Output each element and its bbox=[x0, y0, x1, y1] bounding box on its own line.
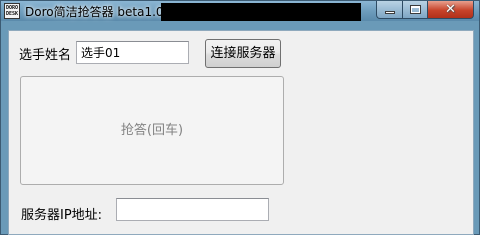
answer-button[interactable]: 抢答(回车) bbox=[20, 76, 284, 185]
connect-server-button[interactable]: 连接服务器 bbox=[205, 39, 281, 68]
app-icon: DORO DESK bbox=[4, 3, 20, 19]
maximize-icon bbox=[410, 5, 421, 14]
minimize-icon bbox=[385, 11, 395, 14]
maximize-button[interactable] bbox=[402, 1, 428, 19]
close-button[interactable]: ✕ bbox=[427, 1, 474, 19]
title-bar[interactable]: DORO DESK Doro简洁抢答器 beta1.0 ✕ bbox=[1, 1, 479, 21]
window-title: Doro简洁抢答器 beta1.0 bbox=[25, 5, 164, 19]
server-ip-label: 服务器IP地址: bbox=[21, 208, 103, 223]
player-name-label: 选手姓名 bbox=[19, 48, 72, 63]
player-name-input[interactable] bbox=[76, 41, 189, 64]
minimize-button[interactable] bbox=[376, 1, 403, 19]
close-icon: ✕ bbox=[445, 2, 456, 17]
app-window: DORODESK Doro简洁抢答器 beta1.0 ✕ 选手姓名 连接服务器 … bbox=[0, 0, 480, 235]
server-ip-input[interactable] bbox=[116, 198, 269, 221]
title-redaction bbox=[161, 3, 361, 21]
client-area: 选手姓名 连接服务器 抢答(回车) 服务器IP地址: bbox=[8, 30, 474, 235]
